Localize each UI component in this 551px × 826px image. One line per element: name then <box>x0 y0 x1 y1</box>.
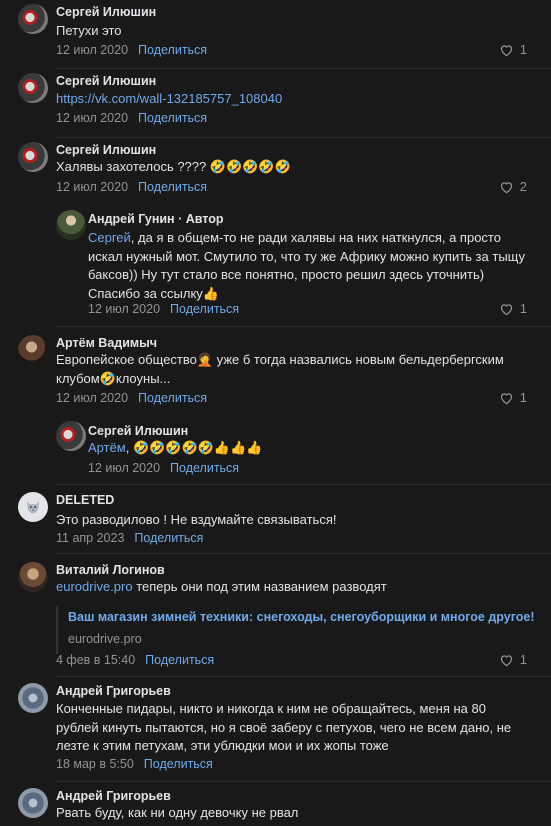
share-button[interactable]: Поделиться <box>138 111 207 125</box>
comment-text: Рвать буду, как ни одну девочку не рвал <box>56 805 299 820</box>
comment-meta: 12 июл 2020 Поделиться <box>56 180 207 194</box>
comment-link[interactable]: https://vk.com/wall-132185757_108040 <box>56 90 282 109</box>
comment-text: Сергей, да я в общем-то не ради халявы н… <box>88 229 528 303</box>
comment-meta: 12 июл 2020 Поделиться <box>56 43 207 57</box>
heart-icon <box>500 303 512 315</box>
share-button[interactable]: Поделиться <box>145 653 214 667</box>
comment-date[interactable]: 12 июл 2020 <box>56 180 128 194</box>
share-button[interactable]: Поделиться <box>138 180 207 194</box>
comment-item: Андрей Григорьев Конченные пидары, никто… <box>0 677 551 781</box>
comment-author[interactable]: Сергей Илюшин <box>88 424 188 438</box>
avatar[interactable] <box>18 335 48 365</box>
comment-author[interactable]: Сергей Илюшин <box>56 5 156 19</box>
comment-meta: 18 мар в 5:50 Поделиться <box>56 757 213 771</box>
comment-author[interactable]: Сергей Илюшин <box>56 143 156 157</box>
comment-text: Конченные пидары, никто и никогда к ним … <box>56 701 512 753</box>
comment-meta: 12 июл 2020 Поделиться <box>88 302 239 316</box>
avatar[interactable] <box>18 492 48 522</box>
deleted-dog-icon <box>26 501 40 514</box>
heart-icon <box>500 654 512 666</box>
share-button[interactable]: Поделиться <box>144 757 213 771</box>
avatar[interactable] <box>18 562 48 592</box>
comment-date[interactable]: 12 июл 2020 <box>56 43 128 57</box>
comment-text: Халявы захотелось ???? 🤣🤣🤣🤣🤣 <box>56 159 291 174</box>
comment-author[interactable]: Андрей Григорьев <box>56 789 171 803</box>
share-button[interactable]: Поделиться <box>170 302 239 316</box>
comment-item: Артём Вадимыч Европейское общество🤦 уже … <box>0 327 551 417</box>
comment-text: eurodrive.pro теперь они под этим назван… <box>56 578 387 597</box>
comment-meta: 4 фев в 15:40 Поделиться <box>56 653 214 667</box>
comment-author[interactable]: Виталий Логинов <box>56 563 165 577</box>
comment-date[interactable]: 12 июл 2020 <box>88 461 160 475</box>
heart-icon <box>500 392 512 404</box>
like-count: 1 <box>519 652 527 667</box>
comment-date[interactable]: 11 апр 2023 <box>56 531 124 545</box>
comment-meta: 12 июл 2020 Поделиться <box>56 391 207 405</box>
comment-reply: Андрей Гунин · Автор Сергей, да я в обще… <box>0 208 551 326</box>
like-count: 1 <box>519 390 527 405</box>
comment-link[interactable]: eurodrive.pro <box>56 579 133 594</box>
heart-icon <box>500 44 512 56</box>
like-count: 1 <box>519 301 527 316</box>
avatar[interactable] <box>56 421 86 451</box>
share-button[interactable]: Поделиться <box>170 461 239 475</box>
share-button[interactable]: Поделиться <box>138 391 207 405</box>
comment-date[interactable]: 18 мар в 5:50 <box>56 757 134 771</box>
comment-body: теперь они под этим названием разводят <box>132 579 387 594</box>
link-snippet[interactable]: Ваш магазин зимней техники: снегоходы, с… <box>56 606 535 654</box>
comment-item: Сергей Илюшин Халявы захотелось ???? 🤣🤣🤣… <box>0 138 551 208</box>
comment-item: Сергей Илюшин Петухи это 12 июл 2020 Поде… <box>0 0 551 68</box>
like-button[interactable]: 1 <box>499 652 527 667</box>
avatar[interactable] <box>18 788 48 818</box>
reply-mention[interactable]: Сергей <box>88 230 131 245</box>
comment-item: Виталий Логинов eurodrive.pro теперь они… <box>0 554 551 676</box>
comment-item: Сергей Илюшин https://vk.com/wall-132185… <box>0 69 551 137</box>
like-count: 1 <box>519 42 527 57</box>
heart-icon <box>500 181 512 193</box>
like-button[interactable]: 2 <box>499 179 527 194</box>
comment-date[interactable]: 4 фев в 15:40 <box>56 653 135 667</box>
comment-text: Европейское общество🤦 уже б тогда назвал… <box>56 352 504 386</box>
like-button[interactable]: 1 <box>499 42 527 57</box>
comment-meta: 11 апр 2023 Поделиться <box>56 531 203 545</box>
comment-date[interactable]: 12 июл 2020 <box>56 391 128 405</box>
comment-author[interactable]: Артём Вадимыч <box>56 336 157 350</box>
avatar[interactable] <box>56 210 86 240</box>
like-button[interactable]: 1 <box>499 390 527 405</box>
share-button[interactable]: Поделиться <box>138 43 207 57</box>
comment-date[interactable]: 12 июл 2020 <box>56 111 128 125</box>
avatar[interactable] <box>18 142 48 172</box>
comment-item: Андрей Григорьев Рвать буду, как ни одну… <box>0 782 551 826</box>
comment-author: DELETED <box>56 493 115 507</box>
like-button[interactable]: 1 <box>499 301 527 316</box>
comment-text: Артём, 🤣🤣🤣🤣🤣👍👍👍 <box>88 439 262 458</box>
comment-item: DELETED Это разводилово ! Не вздумайте с… <box>0 485 551 553</box>
snippet-title[interactable]: Ваш магазин зимней техники: снегоходы, с… <box>68 610 535 624</box>
comment-meta: 12 июл 2020 Поделиться <box>88 461 239 475</box>
comment-author[interactable]: Андрей Григорьев <box>56 684 171 698</box>
snippet-domain: eurodrive.pro <box>68 632 142 646</box>
comment-reply: Сергей Илюшин Артём, 🤣🤣🤣🤣🤣👍👍👍 12 июл 202… <box>0 417 551 487</box>
comment-text: Это разводилово ! Не вздумайте связывать… <box>56 512 337 527</box>
comment-author[interactable]: Андрей Гунин · Автор <box>88 212 224 226</box>
avatar[interactable] <box>18 683 48 713</box>
avatar[interactable] <box>18 4 48 34</box>
comment-meta: 12 июл 2020 Поделиться <box>56 111 207 125</box>
avatar[interactable] <box>18 73 48 103</box>
share-button[interactable]: Поделиться <box>134 531 203 545</box>
like-count: 2 <box>519 179 527 194</box>
reply-body: , 🤣🤣🤣🤣🤣👍👍👍 <box>125 440 263 455</box>
comment-date[interactable]: 12 июл 2020 <box>88 302 160 316</box>
reply-mention[interactable]: Артём <box>88 440 126 455</box>
comment-author[interactable]: Сергей Илюшин <box>56 74 156 88</box>
comment-text: Петухи это <box>56 23 122 38</box>
reply-body: , да я в общем-то не ради халявы на них … <box>88 230 525 301</box>
